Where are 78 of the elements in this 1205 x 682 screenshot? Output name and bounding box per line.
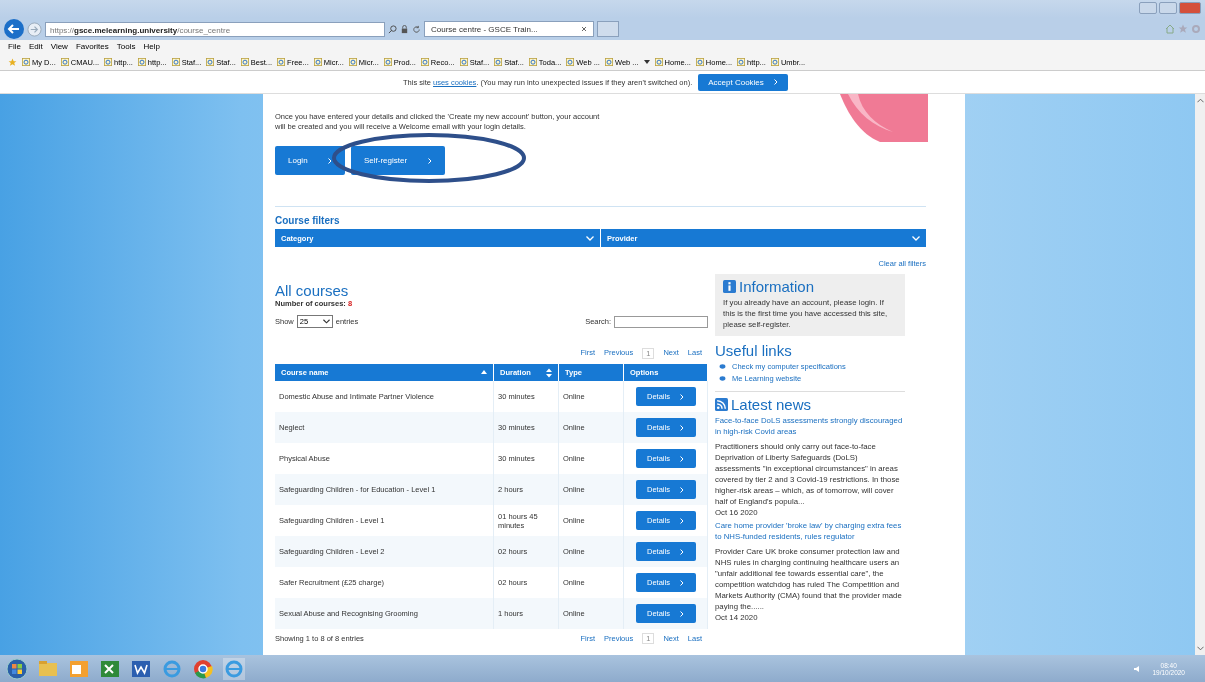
auth-button[interactable]: Self-register [351,146,445,175]
all-courses-heading: All courses [275,282,350,299]
chevron-down-icon [586,235,594,241]
information-heading: Information [739,278,815,295]
course-filters-heading: Course filters [275,215,341,226]
settings-icon[interactable] [1191,24,1201,34]
search-icon[interactable] [388,24,397,34]
web-page-icon [494,58,503,66]
web-page-icon [104,58,113,66]
browser-icon[interactable] [223,657,245,680]
web-page-icon [348,58,357,66]
chevron-right-icon [679,579,684,586]
refresh-icon[interactable] [412,24,421,34]
chevron-right-icon [679,424,684,431]
menu-item[interactable]: Help [143,40,160,54]
chevron-right-icon [679,610,684,617]
lock-icon [400,24,409,34]
chevron-right-icon [679,455,684,462]
web-page-icon [206,58,215,66]
web-page-icon [654,58,663,66]
accept-cookies-button[interactable]: Accept Cookies [698,73,788,91]
chevron-right-icon [679,393,684,400]
web-page-icon [313,58,322,66]
web-page-icon [420,58,429,66]
bullet-icon [719,364,726,369]
chevron-down-icon [912,235,920,241]
scrollbar[interactable] [1195,94,1205,655]
menu-item[interactable]: View [50,40,68,54]
chevron-right-icon [328,157,332,164]
star-icon[interactable] [1178,24,1188,34]
browser-icon[interactable] [192,657,214,680]
menu-item[interactable]: Edit [28,40,43,54]
favorites-star-icon[interactable] [8,57,17,67]
browser-tab[interactable]: Course centre - GSCE Train... [424,21,594,37]
chevron-right-icon [679,517,684,524]
menu-item[interactable]: Tools [116,40,136,54]
web-page-icon [171,58,180,66]
web-page-icon [604,58,613,66]
chevron-right-icon [773,79,778,85]
home-icon[interactable] [1165,24,1175,34]
useful-links-heading: Useful links [715,342,793,359]
web-page-icon [383,58,392,66]
web-page-icon [695,58,704,66]
chevron-down-icon [322,319,330,324]
info-icon [723,280,736,293]
web-page-icon [459,58,468,66]
bullet-icon [719,376,726,381]
web-page-icon [566,58,575,66]
web-page-icon [770,58,779,66]
scroll-down-icon[interactable] [1196,646,1204,651]
minimize-button[interactable] [1139,2,1157,14]
web-page-icon [22,58,30,66]
sort-icon[interactable] [546,367,552,378]
back-button[interactable] [4,19,24,39]
chevron-right-icon [428,157,432,164]
close-button[interactable] [1179,2,1201,14]
scroll-up-icon[interactable] [1196,98,1204,103]
chevron-right-icon [679,548,684,555]
chevron-right-icon [679,486,684,493]
start-button[interactable] [6,657,28,680]
close-icon[interactable] [581,26,587,32]
web-page-icon [737,58,746,66]
search-field[interactable] [614,315,708,328]
web-page-icon [528,58,537,66]
restore-button[interactable] [1159,2,1177,14]
new-tab-button[interactable] [597,21,619,37]
web-page-icon [277,58,286,66]
web-page-icon [137,58,146,66]
latest-news-heading: Latest news [731,396,812,413]
rss-icon [715,398,728,411]
caret-icon[interactable] [643,60,650,64]
web-page-icon [60,58,69,66]
address-bar[interactable]: https://gsce.melearning.university/course_centre [45,21,385,37]
menu-item[interactable]: File [8,40,21,54]
web-page-icon [240,58,249,66]
menu-item[interactable]: Favorites [75,40,109,54]
forward-button[interactable] [27,21,42,37]
auth-button[interactable]: Login [275,146,345,175]
